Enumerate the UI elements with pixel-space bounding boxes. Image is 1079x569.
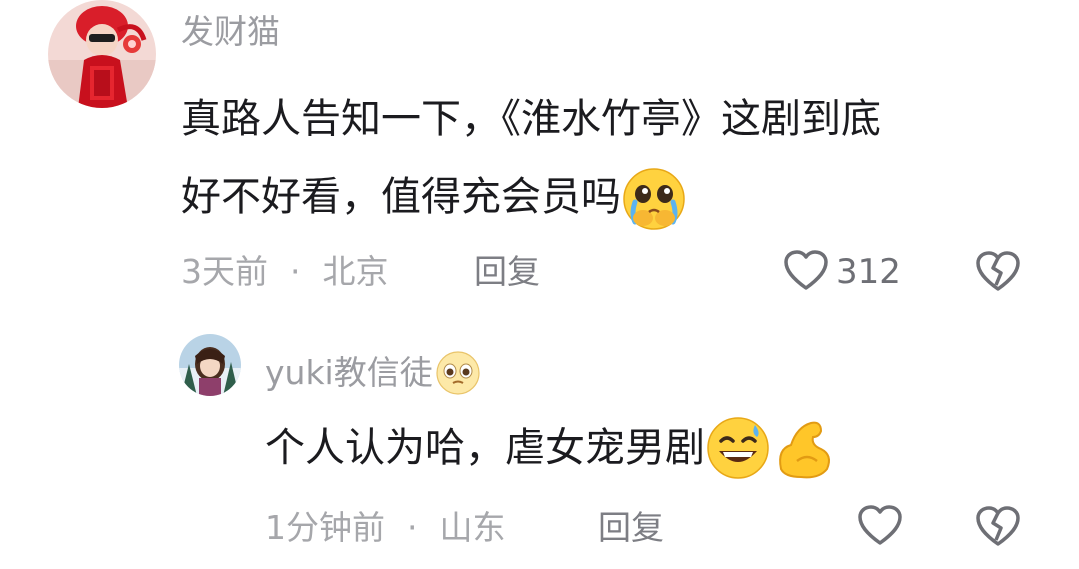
pleading-face-tears-emoji xyxy=(621,166,687,232)
flexed-biceps-emoji xyxy=(771,415,837,481)
comment-item: 发财猫 真路人告知一下，《淮水竹亭》这剧到底 好不好看，值得充会员吗 3天前 ·… xyxy=(0,0,1079,310)
comment-location: 北京 xyxy=(322,252,389,291)
comment-text: 真路人告知一下，《淮水竹亭》这剧到底 好不好看，值得充会员吗 xyxy=(181,80,881,236)
avatar[interactable] xyxy=(179,334,241,396)
meta-separator: · xyxy=(407,508,418,547)
heart-outline-icon xyxy=(782,248,830,296)
comment-location: 山东 xyxy=(439,508,506,547)
comment-text: 个人认为哈，虐女宠男剧 xyxy=(265,412,837,484)
avatar-image xyxy=(48,0,156,108)
reply-button[interactable]: 回复 xyxy=(474,252,540,292)
grinning-sweat-emoji xyxy=(705,415,771,481)
reply-comment-item: yuki教信徒 个人认为哈，虐女宠男剧 1分钟前 · 山东 回复 xyxy=(0,320,1079,569)
meta-separator: · xyxy=(290,252,301,291)
dislike-button[interactable] xyxy=(974,249,1022,297)
comment-time: 3天前 xyxy=(181,252,268,291)
dislike-button[interactable] xyxy=(974,504,1022,552)
broken-heart-icon xyxy=(974,251,1022,297)
pleading-eyes-emoji xyxy=(435,350,481,396)
comment-text-content: 个人认为哈，虐女宠男剧 xyxy=(265,425,705,471)
username[interactable]: 发财猫 xyxy=(181,12,280,52)
like-button[interactable]: 312 xyxy=(782,249,901,295)
heart-outline-icon xyxy=(856,503,904,551)
avatar-image xyxy=(179,334,241,396)
comment-meta: 3天前 · 北京 xyxy=(181,252,389,292)
comment-meta: 1分钟前 · 山东 xyxy=(265,508,506,548)
reply-button[interactable]: 回复 xyxy=(598,508,664,548)
like-button[interactable] xyxy=(856,504,904,550)
comment-text-line: 真路人告知一下，《淮水竹亭》这剧到底 xyxy=(181,96,881,142)
like-count: 312 xyxy=(836,252,901,292)
comment-time: 1分钟前 xyxy=(265,508,385,547)
username-text: yuki教信徒 xyxy=(265,353,433,392)
broken-heart-icon xyxy=(974,506,1022,552)
avatar[interactable] xyxy=(48,0,156,108)
comment-text-line-content: 好不好看，值得充会员吗 xyxy=(181,174,621,220)
username[interactable]: yuki教信徒 xyxy=(265,350,481,396)
comment-text-line: 好不好看，值得充会员吗 xyxy=(181,158,881,236)
